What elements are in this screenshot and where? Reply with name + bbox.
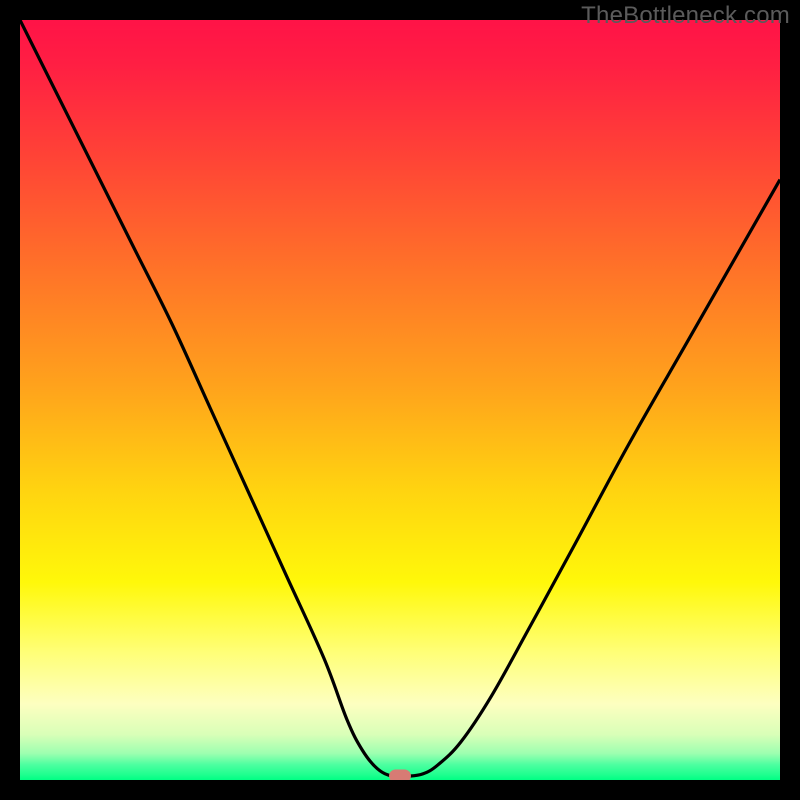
plot-area [20,20,780,780]
curve-line [20,20,780,777]
bottleneck-curve [20,20,780,780]
chart-frame: TheBottleneck.com [0,0,800,800]
watermark-label: TheBottleneck.com [581,2,790,30]
bottleneck-marker-icon [389,770,411,780]
